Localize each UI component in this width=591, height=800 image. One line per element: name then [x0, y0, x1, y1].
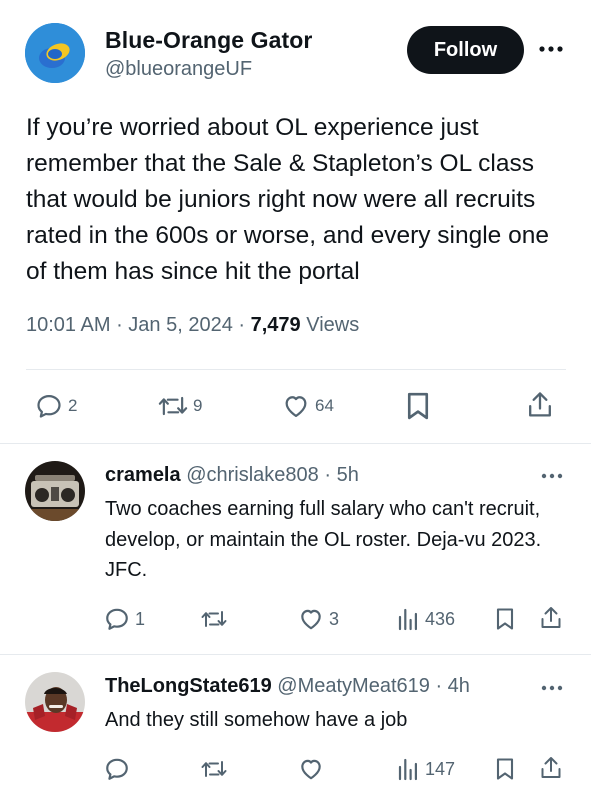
divider [0, 654, 591, 655]
more-icon[interactable] [538, 466, 566, 486]
retweet-icon [201, 611, 227, 627]
heart-icon [285, 396, 307, 418]
reply-age[interactable]: 4h [448, 675, 470, 697]
retweet-button[interactable] [200, 757, 233, 781]
views-button[interactable]: 147 [396, 756, 455, 782]
bookmark-icon [407, 392, 429, 420]
reply-count: 1 [135, 608, 146, 629]
reply-text: Two coaches earning full salary who can'… [105, 498, 542, 581]
bookmark-button[interactable] [494, 755, 516, 783]
divider [26, 369, 566, 370]
tweet-date[interactable]: Jan 5, 2024 [128, 314, 233, 336]
like-count: 3 [329, 608, 340, 629]
more-icon[interactable] [534, 36, 568, 62]
bar-chart-icon [398, 758, 417, 781]
retweet-button[interactable] [200, 607, 233, 631]
share-button[interactable] [539, 604, 563, 632]
share-button[interactable] [539, 754, 563, 782]
views-count: 7,479 [250, 314, 301, 336]
reply-author-name[interactable]: TheLongState619 [105, 675, 272, 697]
share-icon [541, 607, 561, 628]
bookmark-icon [496, 758, 514, 780]
tweet-meta: 10:01 AM · Jan 5, 2024 · 7,479 Views [26, 314, 359, 337]
bar-chart-icon [398, 608, 417, 631]
author-name[interactable]: Blue-Orange Gator [105, 27, 312, 54]
reply-header: cramela @chrislake808 · 5h [105, 464, 359, 487]
share-icon [529, 392, 551, 417]
boombox-icon [25, 461, 85, 521]
bookmark-button[interactable] [404, 391, 432, 421]
reply-count: 2 [68, 396, 78, 415]
like-button[interactable]: 64 [281, 392, 334, 420]
like-count: 64 [315, 396, 334, 415]
retweet-icon [158, 396, 188, 416]
tweet-thread: Blue-Orange Gator @blueorangeUF Follow I… [0, 0, 591, 800]
speech-bubble-icon [106, 758, 128, 780]
like-button[interactable] [298, 756, 329, 782]
reply-age[interactable]: 5h [337, 464, 359, 486]
like-button[interactable]: 3 [298, 606, 339, 632]
retweet-count: 9 [193, 396, 203, 415]
retweet-icon [201, 761, 227, 777]
retweet-button[interactable]: 9 [157, 392, 202, 420]
reply-button[interactable] [104, 756, 135, 782]
heart-icon [301, 609, 321, 630]
bookmark-icon [496, 608, 514, 630]
meta-separator: · [435, 675, 443, 697]
speech-bubble-icon [37, 394, 61, 418]
reply-button[interactable]: 2 [34, 392, 77, 420]
person-photo-icon [25, 672, 85, 732]
author-handle[interactable]: @blueorangeUF [105, 58, 252, 81]
share-button[interactable] [526, 390, 554, 420]
tweet-text: If you’re worried about OL experience ju… [26, 114, 549, 285]
meta-separator: · [324, 464, 332, 486]
view-count: 436 [425, 608, 456, 629]
meta-separator: · [116, 314, 129, 336]
reply-author-handle[interactable]: @MeatyMeat619 [277, 675, 430, 697]
share-icon [541, 757, 561, 778]
gator-logo-icon [25, 23, 85, 83]
bookmark-button[interactable] [494, 605, 516, 633]
meta-separator: · [238, 314, 251, 336]
reply-author-handle[interactable]: @chrislake808 [186, 464, 319, 486]
reply-button[interactable]: 1 [104, 606, 145, 632]
reply-author-name[interactable]: cramela [105, 464, 181, 486]
views-button[interactable]: 436 [396, 606, 455, 632]
divider [0, 443, 591, 444]
reply-avatar[interactable] [25, 461, 85, 521]
author-avatar[interactable] [25, 23, 85, 83]
reply-header: TheLongState619 @MeatyMeat619 · 4h [105, 675, 470, 698]
reply-text: And they still somehow have a job [105, 709, 408, 731]
follow-button[interactable]: Follow [407, 26, 524, 74]
views-label: Views [306, 314, 360, 336]
reply-avatar[interactable] [25, 672, 85, 732]
view-count: 147 [425, 758, 456, 779]
speech-bubble-icon [106, 608, 128, 630]
tweet-time[interactable]: 10:01 AM [26, 314, 111, 336]
heart-icon [301, 759, 321, 780]
more-icon[interactable] [538, 678, 566, 698]
